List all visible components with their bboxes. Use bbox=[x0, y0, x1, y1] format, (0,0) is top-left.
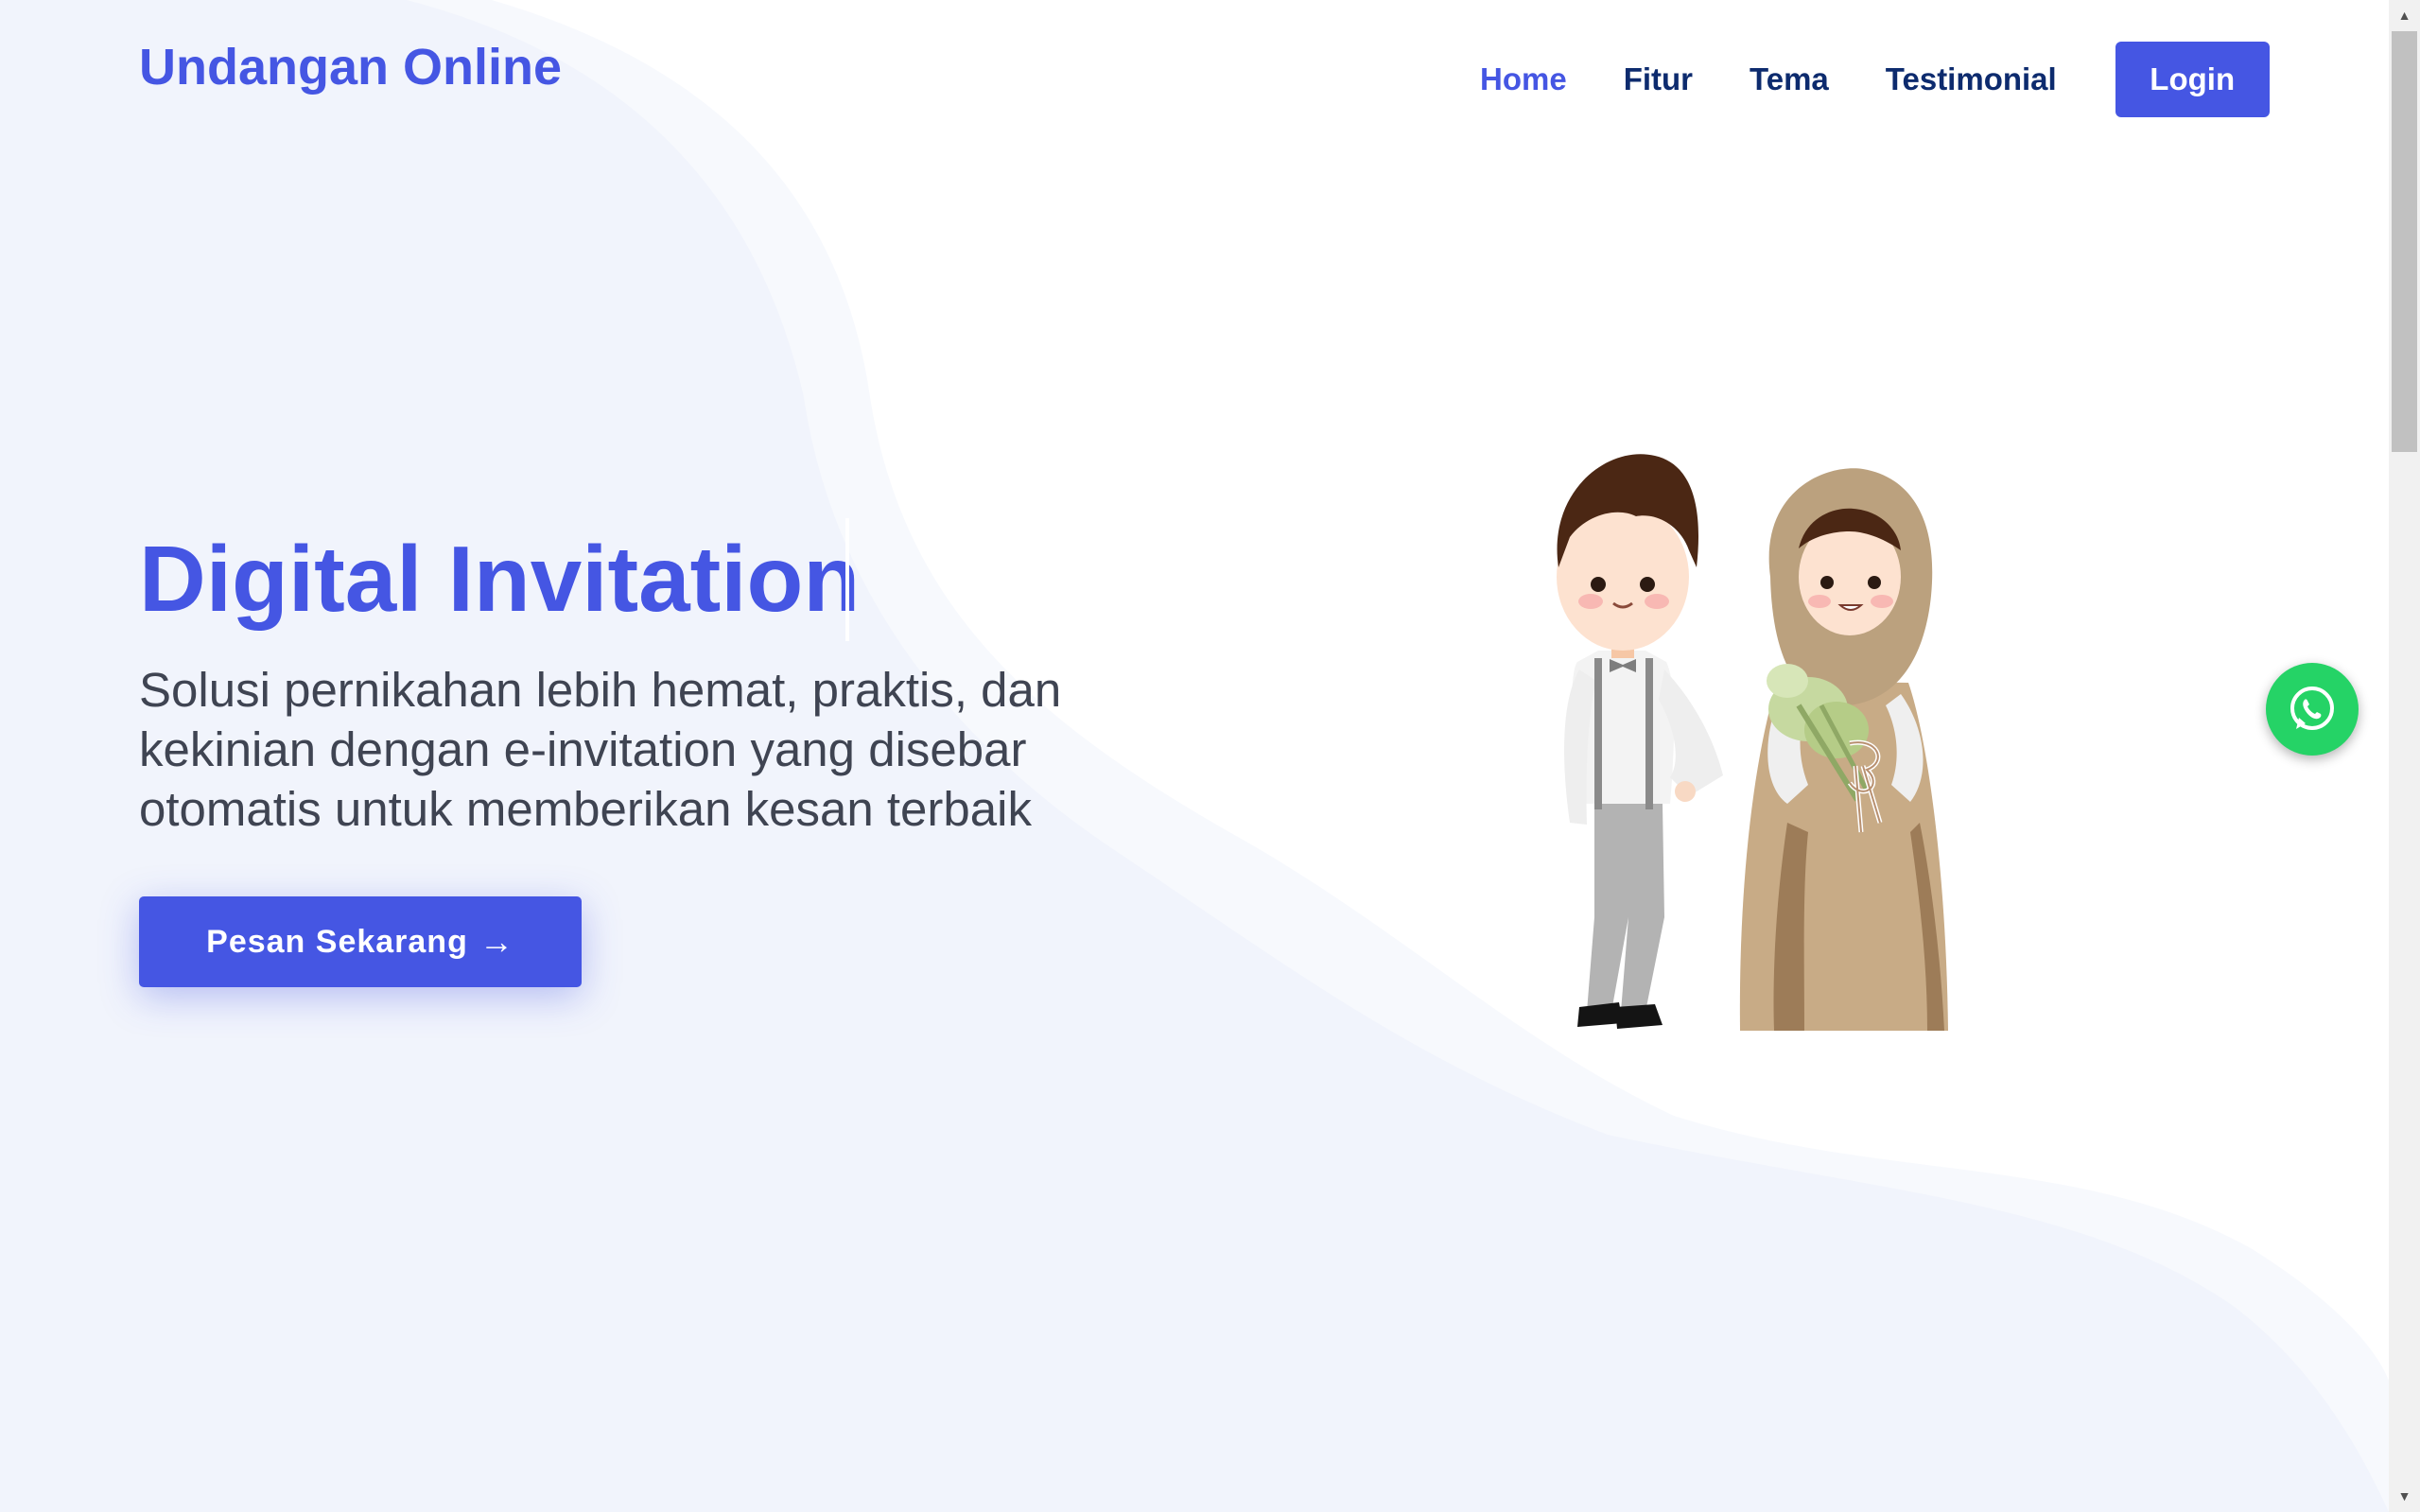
order-now-button[interactable]: Pesan Sekarang → bbox=[139, 896, 582, 987]
main-nav: Home Fitur Tema Testimonial Login bbox=[1480, 42, 2270, 117]
whatsapp-icon bbox=[2290, 686, 2334, 730]
arrow-right-icon: → bbox=[479, 922, 514, 961]
scroll-up-arrow-icon[interactable]: ▲ bbox=[2389, 0, 2420, 31]
nav-tema[interactable]: Tema bbox=[1750, 42, 1829, 117]
vertical-scrollbar[interactable]: ▲ ▼ bbox=[2389, 0, 2420, 1512]
nav-home[interactable]: Home bbox=[1480, 42, 1567, 117]
hero-title: Digital Invitation bbox=[139, 527, 861, 631]
scrollbar-thumb[interactable] bbox=[2392, 31, 2417, 452]
nav-testimonial[interactable]: Testimonial bbox=[1886, 42, 2057, 117]
couple-illustration bbox=[1504, 454, 1986, 1069]
whatsapp-button[interactable] bbox=[2266, 663, 2359, 756]
site-logo[interactable]: Undangan Online bbox=[139, 38, 562, 96]
order-now-label: Pesan Sekarang bbox=[206, 923, 468, 960]
hero-subtitle: Solusi pernikahan lebih hemat, praktis, … bbox=[139, 663, 1062, 836]
nav-fitur[interactable]: Fitur bbox=[1624, 42, 1693, 117]
bride-figure bbox=[1739, 468, 1948, 1031]
scroll-down-arrow-icon[interactable]: ▼ bbox=[2389, 1481, 2420, 1512]
login-button[interactable]: Login bbox=[2115, 42, 2270, 117]
typing-cursor bbox=[845, 518, 849, 641]
landing-page: Undangan Online Home Fitur Tema Testimon… bbox=[0, 0, 2389, 1512]
